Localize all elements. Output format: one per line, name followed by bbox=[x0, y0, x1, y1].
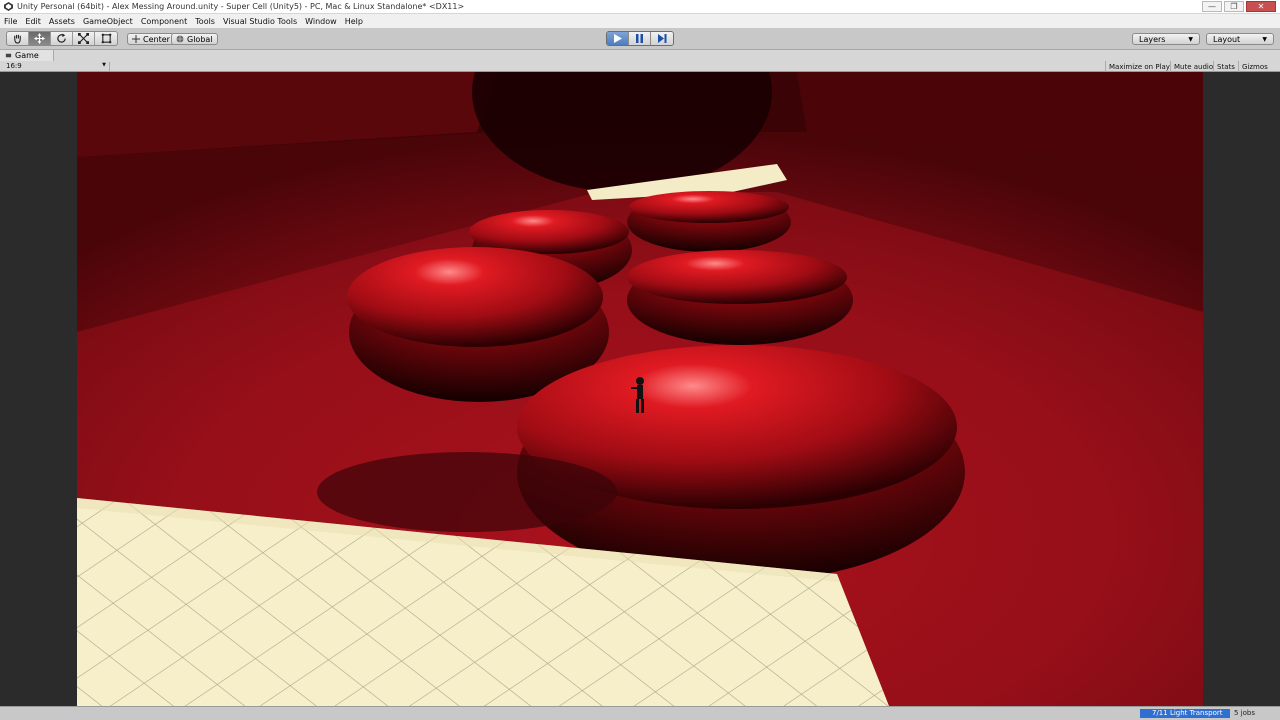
pivot-center-icon bbox=[132, 35, 140, 43]
menu-visual-studio-tools[interactable]: Visual Studio Tools bbox=[219, 17, 301, 26]
menu-bar: File Edit Assets GameObject Component To… bbox=[0, 14, 1280, 28]
status-bar: 7/11 Light Transport 5 jobs bbox=[0, 706, 1280, 720]
pivot-mode-label: Center bbox=[143, 34, 170, 44]
window-titlebar: Unity Personal (64bit) - Alex Messing Ar… bbox=[0, 0, 1280, 14]
chevron-down-icon: ▼ bbox=[102, 62, 106, 68]
transform-tools bbox=[6, 31, 118, 46]
menu-help[interactable]: Help bbox=[341, 17, 367, 26]
close-button[interactable]: ✕ bbox=[1246, 1, 1276, 12]
layout-label: Layout bbox=[1213, 34, 1241, 44]
letterbox-left bbox=[0, 72, 77, 706]
layers-label: Layers bbox=[1139, 34, 1166, 44]
lighting-progress: 7/11 Light Transport bbox=[1140, 709, 1230, 718]
menu-assets[interactable]: Assets bbox=[45, 17, 79, 26]
game-view[interactable] bbox=[0, 72, 1280, 706]
rotate-tool-icon bbox=[57, 33, 66, 43]
chevron-down-icon: ▼ bbox=[1188, 35, 1193, 43]
rect-tool-button[interactable] bbox=[95, 32, 117, 45]
layers-dropdown[interactable]: Layers ▼ bbox=[1132, 33, 1200, 45]
pivot-mode-toggle[interactable]: Center bbox=[127, 33, 175, 45]
step-button[interactable] bbox=[651, 32, 673, 45]
step-icon bbox=[657, 34, 666, 43]
pivot-rotation-label: Global bbox=[187, 34, 213, 44]
game-view-toolbar: 16:9 ▼ Maximize on Play Mute audio Stats… bbox=[0, 61, 1280, 72]
mute-audio-toggle[interactable]: Mute audio bbox=[1170, 61, 1216, 72]
hand-tool-icon bbox=[14, 34, 21, 44]
game-pad-icon bbox=[5, 53, 12, 58]
rotate-tool-button[interactable] bbox=[51, 32, 73, 45]
chevron-down-icon: ▼ bbox=[1262, 35, 1267, 43]
tab-game[interactable]: Game bbox=[0, 50, 54, 61]
layout-dropdown[interactable]: Layout ▼ bbox=[1206, 33, 1274, 45]
pause-icon bbox=[636, 34, 643, 43]
restore-button[interactable]: ❐ bbox=[1224, 1, 1244, 12]
menu-gameobject[interactable]: GameObject bbox=[79, 17, 137, 26]
rect-tool-icon bbox=[101, 33, 111, 44]
aspect-ratio-dropdown[interactable]: 16:9 ▼ bbox=[6, 62, 110, 71]
menu-component[interactable]: Component bbox=[137, 17, 191, 26]
play-button[interactable] bbox=[607, 32, 629, 45]
maximize-on-play-toggle[interactable]: Maximize on Play bbox=[1105, 61, 1173, 72]
menu-file[interactable]: File bbox=[0, 17, 21, 26]
play-icon bbox=[614, 34, 622, 43]
playback-controls bbox=[606, 31, 674, 46]
window-title: Unity Personal (64bit) - Alex Messing Ar… bbox=[17, 2, 465, 11]
menu-window[interactable]: Window bbox=[301, 17, 341, 26]
tab-game-label: Game bbox=[15, 51, 39, 60]
scale-tool-button[interactable] bbox=[73, 32, 95, 45]
menu-tools[interactable]: Tools bbox=[191, 17, 219, 26]
move-tool-icon bbox=[34, 33, 45, 44]
move-tool-button[interactable] bbox=[29, 32, 51, 45]
unity-logo-icon bbox=[3, 2, 13, 12]
stats-toggle[interactable]: Stats bbox=[1213, 61, 1238, 72]
jobs-count: 5 jobs bbox=[1234, 709, 1255, 717]
game-tab-strip: Game bbox=[0, 50, 1280, 61]
pivot-rotation-toggle[interactable]: Global bbox=[171, 33, 218, 45]
letterbox-right bbox=[1203, 72, 1280, 706]
globe-icon bbox=[176, 35, 184, 43]
game-render bbox=[77, 72, 1203, 706]
main-toolbar: Center Global Layers ▼ Layout ▼ bbox=[0, 28, 1280, 50]
pause-button[interactable] bbox=[629, 32, 651, 45]
hand-tool-button[interactable] bbox=[7, 32, 29, 45]
minimize-button[interactable]: — bbox=[1202, 1, 1222, 12]
aspect-ratio-value: 16:9 bbox=[6, 62, 22, 70]
menu-edit[interactable]: Edit bbox=[21, 17, 45, 26]
scale-tool-icon bbox=[78, 33, 89, 44]
gizmos-dropdown[interactable]: Gizmos bbox=[1238, 61, 1271, 72]
